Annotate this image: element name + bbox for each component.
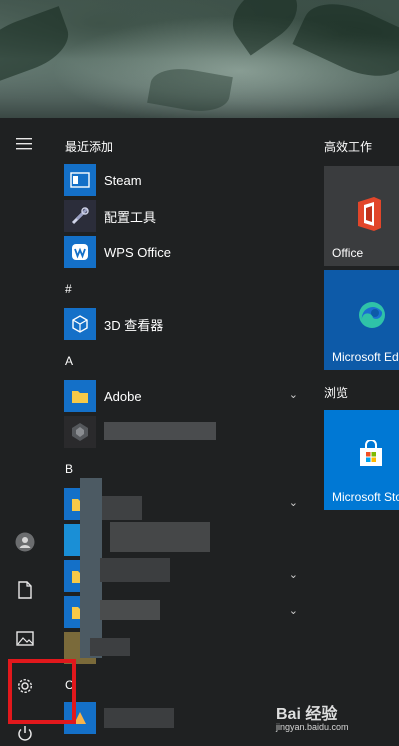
app-label: Steam [104,172,142,188]
app-label: 3D 查看器 [104,317,164,333]
store-icon [357,439,385,473]
tile-microsoft-edge[interactable]: Microsoft Ed [324,270,399,370]
power-icon[interactable] [13,722,37,746]
chevron-down-icon: ⌄ [288,497,298,509]
redacted-label [104,422,216,440]
app-item-wps-office[interactable]: WPS Office [64,236,312,268]
pixelated-region [110,522,210,552]
app-item-adobe-folder[interactable]: Adobe ⌄ [64,380,312,412]
pixelated-region [100,558,170,582]
tile-group-title: 浏览 [324,386,349,400]
folder-icon [64,380,96,412]
app-label: WPS Office [104,244,171,260]
app-label: 配置工具 [104,209,157,225]
settings-highlight-box [8,659,76,724]
documents-icon[interactable] [13,578,37,602]
tile-group-title: 高效工作 [324,140,373,154]
user-avatar-icon[interactable] [13,530,37,554]
tile-office[interactable]: Office [324,166,399,266]
app-list: 最近添加 Steam 配置工具 WPS Office # 3D 查看器 A Ad… [50,118,312,744]
desktop-wallpaper [0,0,399,118]
app-icon [64,416,96,448]
hamburger-menu-icon[interactable] [13,132,37,156]
config-tool-icon [64,200,96,232]
app-item-steam[interactable]: Steam [64,164,312,196]
tile-label: Microsoft Sto [332,490,399,504]
wps-office-icon [64,236,96,268]
start-left-rail [0,118,50,744]
pixelated-region [80,478,102,658]
steam-icon [64,164,96,196]
tiles-pane: 高效工作 Office Microsoft Ed 浏览 Microsoft St… [312,118,399,744]
pixelated-region [102,496,142,520]
app-item-obscured[interactable] [64,416,312,448]
redacted-label [104,708,174,728]
chevron-down-icon: ⌄ [288,389,298,401]
chevron-down-icon: ⌄ [288,605,298,617]
a-section-header[interactable]: A [65,354,73,368]
pixelated-region [90,638,130,656]
pixelated-region [100,600,160,620]
app-item-config-tool[interactable]: 配置工具 [64,200,312,232]
edge-icon [357,300,387,335]
app-label: Adobe [104,388,142,404]
watermark-url: jingyan.baidu.com [276,722,349,732]
list-item[interactable] [64,702,312,734]
tile-label: Office [332,246,364,260]
app-item-3d-viewer[interactable]: 3D 查看器 [64,308,312,340]
hash-section-header[interactable]: # [65,282,72,296]
3d-viewer-icon [64,308,96,340]
recent-section-header: 最近添加 [65,140,114,154]
pictures-icon[interactable] [13,626,37,650]
tile-microsoft-store[interactable]: Microsoft Sto [324,410,399,510]
office-icon [354,196,384,237]
watermark: Bai 经验 jingyan.baidu.com [276,700,349,732]
b-section-header[interactable]: B [65,462,73,476]
watermark-brand: Bai 经验 [276,706,338,723]
tile-label: Microsoft Ed [332,350,399,364]
chevron-down-icon: ⌄ [288,569,298,581]
